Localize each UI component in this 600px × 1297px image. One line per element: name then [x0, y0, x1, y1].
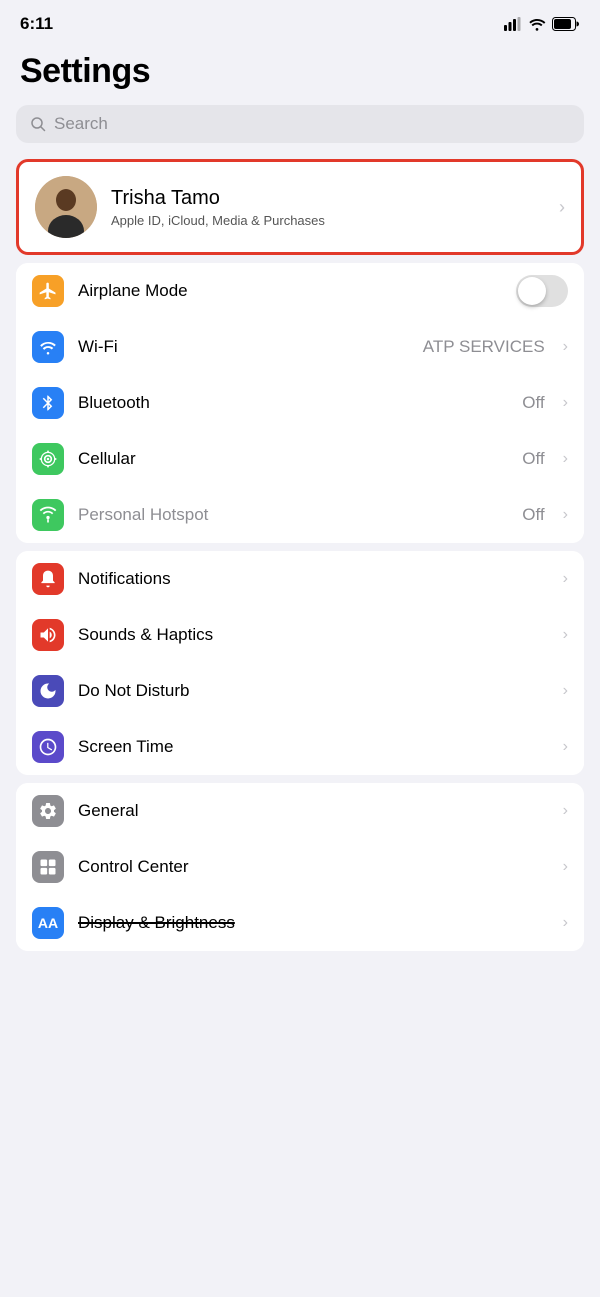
search-icon [30, 116, 46, 132]
controlcenter-label: Control Center [78, 857, 549, 877]
wifi-label: Wi-Fi [78, 337, 409, 357]
airplane-icon [38, 281, 58, 301]
status-bar: 6:11 [0, 0, 600, 42]
system-section: Notifications › Sounds & Haptics › Do No… [16, 551, 584, 775]
general-chevron: › [563, 802, 568, 820]
hotspot-label: Personal Hotspot [78, 505, 508, 525]
general-icon [38, 801, 58, 821]
hotspot-value: Off [522, 505, 544, 525]
controlcenter-icon-box [32, 851, 64, 883]
battery-icon [552, 17, 580, 31]
toggle-knob [518, 277, 546, 305]
general-label: General [78, 801, 549, 821]
cellular-label: Cellular [78, 449, 508, 469]
device-section: General › Control Center › AA Display & … [16, 783, 584, 951]
notifications-icon-box [32, 563, 64, 595]
screentime-chevron: › [563, 738, 568, 756]
airplane-mode-label: Airplane Mode [78, 281, 502, 301]
cellular-row[interactable]: Cellular Off › [16, 431, 584, 487]
hotspot-icon-box [32, 499, 64, 531]
dnd-icon-box [32, 675, 64, 707]
sounds-icon-box [32, 619, 64, 651]
hotspot-icon [38, 505, 58, 525]
screentime-icon [38, 737, 58, 757]
cellular-value: Off [522, 449, 544, 469]
controlcenter-chevron: › [563, 858, 568, 876]
bluetooth-label: Bluetooth [78, 393, 508, 413]
search-placeholder: Search [54, 114, 108, 134]
profile-subtitle: Apple ID, iCloud, Media & Purchases [111, 213, 545, 228]
controlcenter-row[interactable]: Control Center › [16, 839, 584, 895]
page-header: Settings [0, 42, 600, 101]
status-time: 6:11 [20, 14, 53, 34]
signal-icon [504, 17, 522, 31]
sounds-icon [38, 625, 58, 645]
dnd-chevron: › [563, 682, 568, 700]
sounds-chevron: › [563, 626, 568, 644]
wifi-status-icon [528, 17, 546, 31]
bluetooth-icon-box [32, 387, 64, 419]
display-icon-box: AA [32, 907, 64, 939]
general-icon-box [32, 795, 64, 827]
dnd-row[interactable]: Do Not Disturb › [16, 663, 584, 719]
profile-chevron: › [559, 197, 565, 218]
notifications-label: Notifications [78, 569, 549, 589]
display-row[interactable]: AA Display & Brightness › [16, 895, 584, 951]
notifications-row[interactable]: Notifications › [16, 551, 584, 607]
notifications-icon [38, 569, 58, 589]
bluetooth-row[interactable]: Bluetooth Off › [16, 375, 584, 431]
bluetooth-icon [39, 393, 57, 413]
screentime-icon-box [32, 731, 64, 763]
wifi-row[interactable]: Wi-Fi ATP SERVICES › [16, 319, 584, 375]
screentime-label: Screen Time [78, 737, 549, 757]
hotspot-chevron: › [563, 506, 568, 524]
display-label: Display & Brightness [78, 913, 549, 933]
display-chevron: › [563, 914, 568, 932]
hotspot-row[interactable]: Personal Hotspot Off › [16, 487, 584, 543]
general-row[interactable]: General › [16, 783, 584, 839]
wifi-chevron: › [563, 338, 568, 356]
airplane-mode-toggle[interactable] [516, 275, 568, 307]
screentime-row[interactable]: Screen Time › [16, 719, 584, 775]
notifications-chevron: › [563, 570, 568, 588]
airplane-mode-row[interactable]: Airplane Mode [16, 263, 584, 319]
wifi-icon [38, 337, 58, 357]
dnd-label: Do Not Disturb [78, 681, 549, 701]
profile-row[interactable]: Trisha Tamo Apple ID, iCloud, Media & Pu… [16, 159, 584, 255]
search-bar[interactable]: Search [16, 105, 584, 143]
connectivity-section: Airplane Mode Wi-Fi ATP SERVICES › Bluet… [16, 263, 584, 543]
cellular-icon-box [32, 443, 64, 475]
page-title: Settings [20, 52, 580, 91]
sounds-row[interactable]: Sounds & Haptics › [16, 607, 584, 663]
sounds-label: Sounds & Haptics [78, 625, 549, 645]
avatar [35, 176, 97, 238]
bluetooth-chevron: › [563, 394, 568, 412]
cellular-chevron: › [563, 450, 568, 468]
wifi-icon-box [32, 331, 64, 363]
display-text-icon: AA [38, 915, 58, 931]
cellular-icon [38, 449, 58, 469]
airplane-mode-icon-box [32, 275, 64, 307]
status-icons [504, 17, 580, 31]
controlcenter-icon [38, 857, 58, 877]
profile-info: Trisha Tamo Apple ID, iCloud, Media & Pu… [111, 187, 545, 228]
wifi-value: ATP SERVICES [423, 337, 545, 357]
bluetooth-value: Off [522, 393, 544, 413]
dnd-icon [38, 681, 58, 701]
profile-name: Trisha Tamo [111, 187, 545, 210]
